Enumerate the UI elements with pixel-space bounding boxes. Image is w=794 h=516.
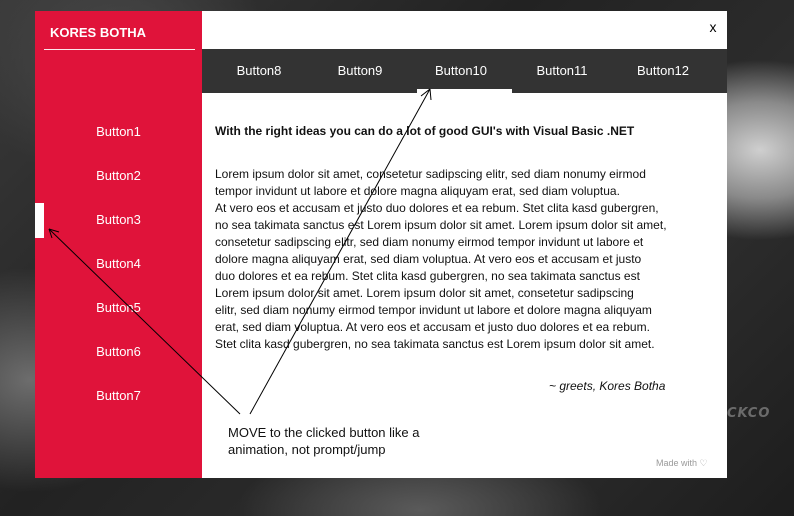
annotation-note: MOVE to the clicked button like a animat… bbox=[228, 424, 458, 458]
top-button-12[interactable]: Button12 bbox=[613, 49, 713, 93]
content-panel: With the right ideas you can do a lot of… bbox=[215, 124, 695, 353]
body-line: no sea takimata sanctus est Lorem ipsum … bbox=[215, 218, 667, 232]
body-line: consetetur sadipscing elitr, sed diam no… bbox=[215, 235, 644, 249]
body-line: Lorem ipsum dolor sit amet, consetetur s… bbox=[215, 167, 646, 181]
made-with-footer[interactable]: Made with ♡ bbox=[656, 458, 708, 469]
annotation-line: animation, not prompt/jump bbox=[228, 442, 386, 457]
sidebar-button-7[interactable]: Button7 bbox=[35, 374, 202, 418]
top-button-11[interactable]: Button11 bbox=[512, 49, 612, 93]
body-line: tempor invidunt ut labore et dolore magn… bbox=[215, 184, 620, 198]
brand-title: KORES BOTHA bbox=[50, 25, 147, 40]
brand-divider bbox=[44, 49, 195, 50]
sidebar: KORES BOTHA Button1 Button2 Button3 Butt… bbox=[35, 11, 202, 478]
annotation-line: MOVE to the clicked button like a bbox=[228, 425, 420, 440]
body-line: duo dolores et ea rebum. Stet clita kasd… bbox=[215, 269, 640, 283]
app-window: KORES BOTHA Button1 Button2 Button3 Butt… bbox=[35, 11, 727, 478]
sidebar-button-2[interactable]: Button2 bbox=[35, 154, 202, 198]
background-logo: CKCO bbox=[727, 406, 771, 421]
top-active-indicator bbox=[417, 89, 512, 93]
body-line: erat, sed diam voluptua. At vero eos et … bbox=[215, 320, 650, 334]
top-button-8[interactable]: Button8 bbox=[209, 49, 309, 93]
sidebar-button-6[interactable]: Button6 bbox=[35, 330, 202, 374]
content-body: Lorem ipsum dolor sit amet, consetetur s… bbox=[215, 166, 695, 353]
sidebar-button-4[interactable]: Button4 bbox=[35, 242, 202, 286]
sidebar-button-1[interactable]: Button1 bbox=[35, 110, 202, 154]
top-button-9[interactable]: Button9 bbox=[310, 49, 410, 93]
close-button[interactable]: x bbox=[705, 19, 721, 39]
signature: ~ greets, Kores Botha bbox=[549, 379, 666, 393]
top-nav: Button8 Button9 Button10 Button11 Button… bbox=[202, 49, 727, 93]
body-line: dolore magna aliquyam erat, sed diam vol… bbox=[215, 252, 642, 266]
body-line: Stet clita kasd gubergren, no sea takima… bbox=[215, 337, 655, 351]
body-line: At vero eos et accusam et justo duo dolo… bbox=[215, 201, 659, 215]
body-line: Lorem ipsum dolor sit amet. Lorem ipsum … bbox=[215, 286, 634, 300]
body-line: elitr, sed diam nonumy eirmod tempor inv… bbox=[215, 303, 652, 317]
sidebar-button-3[interactable]: Button3 bbox=[35, 198, 202, 242]
content-heading: With the right ideas you can do a lot of… bbox=[215, 124, 635, 138]
sidebar-button-5[interactable]: Button5 bbox=[35, 286, 202, 330]
top-button-10[interactable]: Button10 bbox=[411, 49, 511, 93]
